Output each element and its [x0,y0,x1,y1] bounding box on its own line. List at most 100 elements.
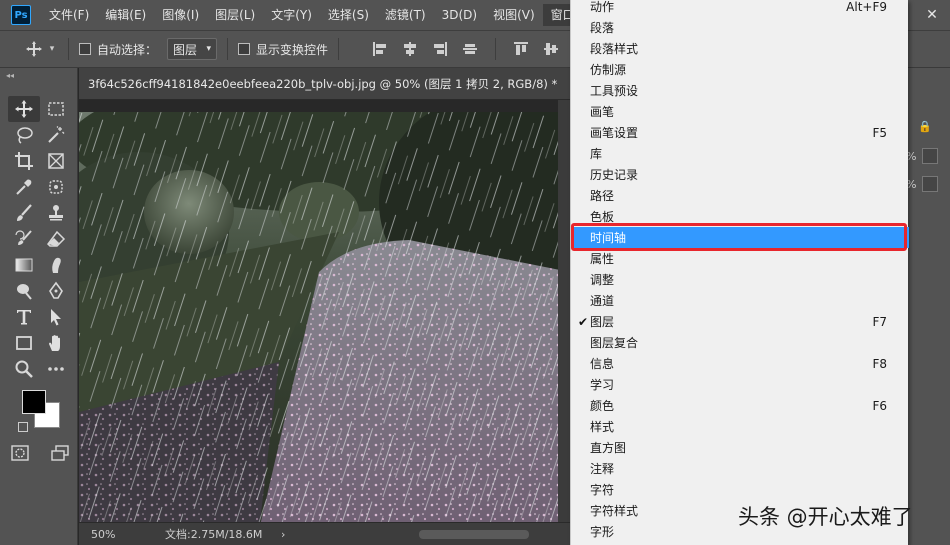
magic-wand-tool-icon[interactable] [40,122,72,148]
window-menu-item[interactable]: 段落 [571,17,909,38]
more-tools-icon[interactable] [40,356,72,382]
window-menu-item-label: 字形 [590,525,615,539]
window-menu-item-label: 直方图 [590,441,627,455]
status-menu-arrow[interactable]: › [281,528,285,541]
window-menu-item[interactable]: 通道 [571,290,909,311]
hand-tool-icon[interactable] [40,330,72,356]
collapse-panel-icon[interactable]: ◂◂ [6,71,14,80]
window-menu-item[interactable]: 工具预设 [571,80,909,101]
brush-tool-icon[interactable] [8,200,40,226]
window-menu-item[interactable]: 直方图 [571,437,909,458]
window-menu-item[interactable]: 字符 [571,479,909,500]
menu-item-2[interactable]: 图像(I) [154,0,207,30]
window-menu-item-label: 段落样式 [590,42,639,56]
crop-tool-icon[interactable] [8,148,40,174]
quick-mask-icon[interactable] [10,444,30,465]
healing-brush-tool-icon[interactable] [40,174,72,200]
frame-tool-icon[interactable] [40,148,72,174]
window-menu-item[interactable]: 注释 [571,458,909,479]
clone-stamp-tool-icon[interactable] [40,200,72,226]
auto-select-checkbox[interactable] [79,43,91,55]
window-menu-item-label: 信息 [590,357,615,371]
foreground-color-swatch[interactable] [22,390,46,414]
eraser-tool-icon[interactable] [40,226,72,252]
window-menu-item[interactable]: 段落样式 [571,38,909,59]
menu-item-6[interactable]: 滤镜(T) [377,0,434,30]
window-menu-item[interactable]: 时间轴 [571,227,909,248]
document-info: 文档:2.75M/18.6M [165,528,263,541]
close-button[interactable]: ✕ [914,0,950,30]
screen-mode-icon[interactable] [50,444,70,465]
lock-icon[interactable]: 🔒 [918,120,932,133]
window-menu-item-shortcut: F5 [872,125,887,140]
pen-tool-icon[interactable] [40,278,72,304]
window-menu-item-label: 颜色 [590,399,615,413]
window-menu-item[interactable]: 颜色 F6 [571,395,909,416]
window-menu-item[interactable]: 动作 Alt+F9 [571,0,909,17]
window-menu-dropdown: 字形 字符样式 字符 注释 直方图 样式 颜色 F6 学习 信息 F8 图层复合 ✔ 图层 F7 通道 调整 属性… [570,0,909,545]
smudge-tool-icon[interactable] [40,252,72,278]
fill-dropdown[interactable] [922,176,938,192]
window-menu-item-label: 调整 [590,273,615,287]
horizontal-scrollbar[interactable] [419,530,529,539]
tool-grid [8,96,72,382]
window-menu-item[interactable]: 调整 [571,269,909,290]
window-menu-item[interactable]: 色板 [571,206,909,227]
window-menu-item[interactable]: 画笔 [571,101,909,122]
opacity-dropdown[interactable] [922,148,938,164]
eyedropper-tool-icon[interactable] [8,174,40,200]
default-colors-icon[interactable] [18,422,28,432]
align-middle-vertical-icon[interactable] [543,41,559,57]
divider [338,38,340,60]
gradient-tool-icon[interactable] [8,252,40,278]
window-menu-item[interactable]: 信息 F8 [571,353,909,374]
zoom-level[interactable]: 50% [91,528,143,541]
menu-item-3[interactable]: 图层(L) [207,0,263,30]
window-menu-item[interactable]: 图层复合 [571,332,909,353]
menu-item-1[interactable]: 编辑(E) [97,0,154,30]
window-menu-item[interactable]: 路径 [571,185,909,206]
window-menu-item-label: 库 [590,147,603,161]
align-top-icon[interactable] [513,41,529,57]
menu-items: 文件(F) 编辑(E) 图像(I) 图层(L) 文字(Y) 选择(S) 滤镜(T) 3D(D)… [41,0,604,30]
window-menu-item[interactable]: 历史记录 [571,164,909,185]
menu-item-0[interactable]: 文件(F) [41,0,97,30]
window-menu-item[interactable]: 画笔设置 F5 [571,122,909,143]
path-selection-tool-icon[interactable] [40,304,72,330]
marquee-tool-icon[interactable] [40,96,72,122]
document-tab[interactable]: 3f64c526cff94181842e0eebfeea220b_tplv-ob… [79,68,570,100]
rectangle-tool-icon[interactable] [8,330,40,356]
lasso-tool-icon[interactable] [8,122,40,148]
window-menu-item-shortcut: Alt+F9 [846,0,887,14]
vertical-scrollbar[interactable] [558,100,570,522]
align-right-icon[interactable] [432,41,448,57]
window-menu-item[interactable]: ✔ 图层 F7 [571,311,909,332]
type-tool-icon[interactable] [8,304,40,330]
dodge-tool-icon[interactable] [8,278,40,304]
move-tool-preset-icon[interactable] [22,37,46,61]
window-menu-item[interactable]: 库 [571,143,909,164]
align-left-icon[interactable] [372,41,388,57]
distribute-horizontal-icon[interactable] [462,41,478,57]
mode-row [10,444,70,465]
zoom-tool-icon[interactable] [8,356,40,382]
menu-item-5[interactable]: 选择(S) [320,0,377,30]
history-brush-tool-icon[interactable] [8,226,40,252]
window-menu-item[interactable]: 属性 [571,248,909,269]
chevron-down-icon[interactable]: ▾ [46,44,58,54]
window-menu-item-label: 色板 [590,210,615,224]
window-menu-item[interactable]: 仿制源 [571,59,909,80]
canvas-workspace[interactable] [79,100,570,530]
color-swatches [18,390,64,436]
window-menu-item[interactable]: 样式 [571,416,909,437]
window-menu-item-label: 动作 [590,0,615,14]
menu-item-7[interactable]: 3D(D) [434,0,485,30]
canvas-image[interactable] [79,112,570,530]
menu-item-8[interactable]: 视图(V) [485,0,543,30]
window-menu-item[interactable]: 学习 [571,374,909,395]
menu-item-4[interactable]: 文字(Y) [263,0,320,30]
show-transform-checkbox[interactable] [238,43,251,55]
align-center-horizontal-icon[interactable] [402,41,418,57]
auto-select-target-dropdown[interactable]: 图层 ▾ [167,38,218,60]
move-tool-icon[interactable] [8,96,40,122]
